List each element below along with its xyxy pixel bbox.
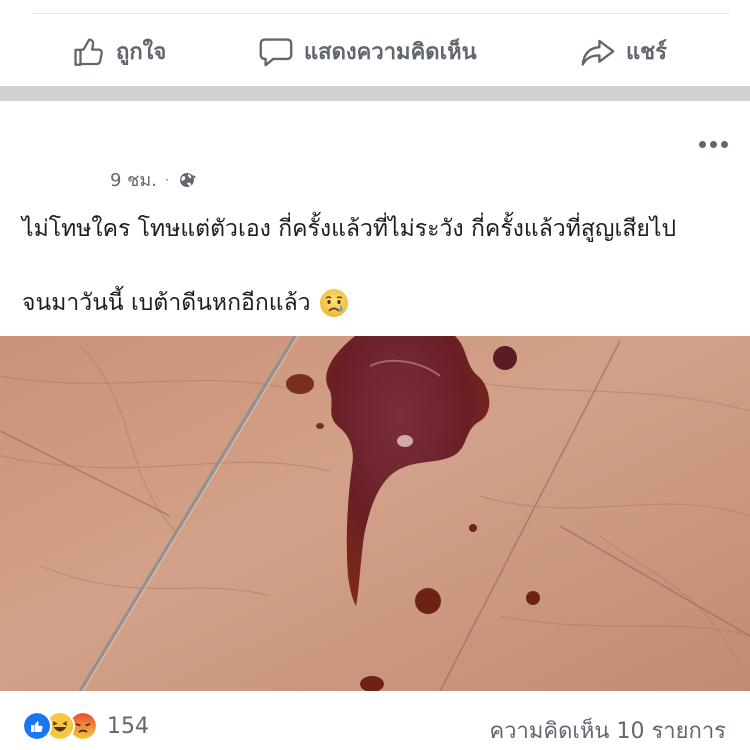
post-photo[interactable] bbox=[0, 336, 750, 691]
meta-separator: · bbox=[164, 172, 169, 187]
post-meta: 9 ชม. · bbox=[110, 165, 199, 194]
post-text-line-2: จนมาวันนี้ เบต้าดีนหกอีกแล้ว bbox=[22, 285, 349, 321]
like-button[interactable]: ถูกใจ bbox=[72, 34, 166, 69]
comment-button[interactable]: แสดงความคิดเห็น bbox=[258, 34, 477, 69]
like-reaction-icon bbox=[22, 711, 52, 741]
share-button[interactable]: แชร์ bbox=[580, 34, 667, 69]
reaction-count: 154 bbox=[107, 713, 149, 739]
post-text-line-2-text: จนมาวันนี้ เบต้าดีนหกอีกแล้ว bbox=[22, 290, 311, 316]
post-time[interactable]: 9 ชม. bbox=[110, 165, 157, 194]
more-options-icon[interactable] bbox=[699, 141, 728, 148]
like-label: ถูกใจ bbox=[116, 40, 167, 65]
action-bar: ถูกใจ แสดงความคิดเห็น แชร์ bbox=[0, 18, 750, 84]
crying-face-emoji-icon bbox=[319, 289, 348, 317]
thumbs-up-icon bbox=[74, 38, 103, 66]
post-card: 9 ชม. · ไม่โทษใคร โทษแต่ตัวเอง กี่ครั้งแ… bbox=[0, 101, 750, 750]
globe-icon bbox=[179, 172, 196, 187]
post-text-line-1: ไม่โทษใคร โทษแต่ตัวเอง กี่ครั้งแล้วที่ไม… bbox=[22, 216, 677, 242]
top-divider bbox=[32, 13, 730, 14]
comments-count-link[interactable]: ความคิดเห็น 10 รายการ bbox=[489, 713, 726, 748]
share-label: แชร์ bbox=[626, 40, 667, 65]
comment-bubble-icon bbox=[259, 37, 293, 66]
share-arrow-icon bbox=[581, 39, 615, 66]
feed-separator bbox=[0, 86, 750, 101]
comment-label: แสดงความคิดเห็น bbox=[304, 40, 477, 65]
reactions-summary[interactable]: 154 bbox=[22, 711, 149, 741]
post-footer: 154 ความคิดเห็น 10 รายการ bbox=[0, 701, 750, 750]
spilled-liquid-floor-image bbox=[0, 336, 750, 691]
